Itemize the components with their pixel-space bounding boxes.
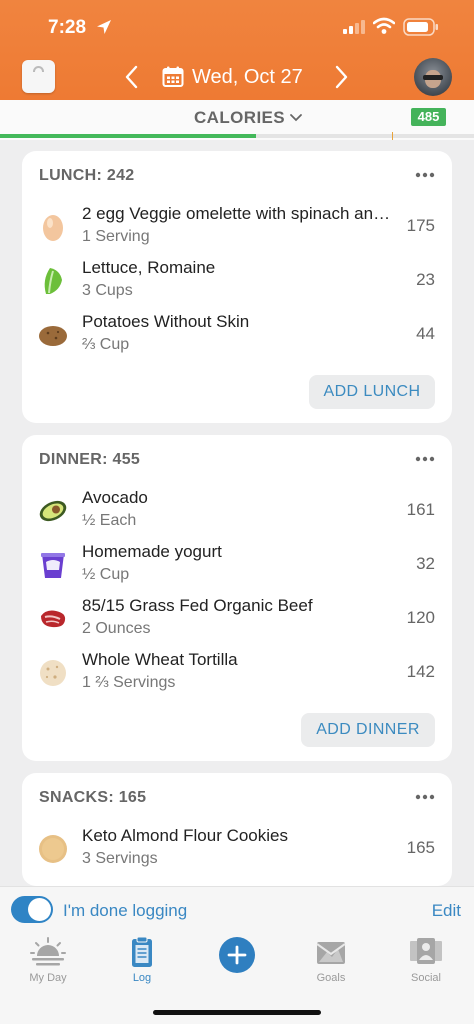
- battery-icon: [403, 18, 438, 36]
- calories-summary-bar[interactable]: CALORIES 485: [0, 100, 474, 140]
- avocado-icon: [39, 500, 67, 522]
- food-item-row[interactable]: 85/15 Grass Fed Organic Beef 2 Ounces 12…: [22, 594, 452, 644]
- wifi-icon: [373, 17, 395, 34]
- weigh-in-scale-button[interactable]: [22, 60, 55, 93]
- nutrient-selector[interactable]: CALORIES: [194, 108, 303, 128]
- more-options-icon[interactable]: [415, 794, 435, 800]
- food-item-row[interactable]: Whole Wheat Tortilla 1 ⅔ Servings 142: [22, 648, 452, 698]
- plus-icon: [227, 945, 247, 965]
- meal-title: SNACKS: 165: [39, 789, 147, 806]
- tab-my-day[interactable]: My Day: [13, 932, 83, 992]
- calorie-goal-marker: [392, 132, 393, 140]
- food-serving: 2 Ounces: [82, 620, 151, 637]
- food-serving: ⅔ Cup: [82, 336, 130, 353]
- food-serving: 1 ⅔ Servings: [82, 674, 176, 691]
- tab-social[interactable]: Social: [391, 932, 461, 992]
- food-calories: 44: [416, 324, 435, 343]
- quick-add-button[interactable]: [219, 937, 255, 973]
- food-serving: ½ Each: [82, 512, 137, 529]
- envelope-chart-icon: [316, 942, 346, 964]
- calories-remaining-badge: 485: [411, 108, 446, 126]
- calorie-progress-fill: [0, 134, 256, 138]
- done-logging-bar: I'm done logging Edit: [0, 886, 474, 932]
- status-time: 7:28: [48, 17, 87, 38]
- cookie-icon: [39, 835, 67, 863]
- food-serving: 3 Cups: [82, 282, 133, 299]
- food-calories: 23: [416, 270, 435, 289]
- scale-icon: [33, 66, 44, 72]
- meal-card-snacks: SNACKS: 165 Keto Almond Flour Cookies 3 …: [22, 773, 452, 886]
- home-indicator: [153, 1010, 321, 1015]
- chevron-down-icon: [290, 114, 302, 122]
- nutrient-label: CALORIES: [194, 108, 286, 127]
- meal-title: LUNCH: 242: [39, 167, 135, 184]
- more-options-icon[interactable]: [415, 172, 435, 178]
- food-name: 2 egg Veggie omelette with spinach and t…: [82, 204, 394, 223]
- food-item-row[interactable]: 2 egg Veggie omelette with spinach and t…: [22, 202, 452, 252]
- tortilla-icon: [40, 660, 66, 686]
- food-calories: 120: [406, 608, 435, 627]
- food-name: Lettuce, Romaine: [82, 258, 216, 277]
- food-serving: ½ Cup: [82, 566, 130, 583]
- tab-log[interactable]: Log: [107, 932, 177, 992]
- food-item-row[interactable]: Keto Almond Flour Cookies 3 Servings 165: [22, 824, 452, 874]
- food-name: Keto Almond Flour Cookies: [82, 826, 288, 845]
- yogurt-cup-icon: [41, 553, 65, 578]
- date-picker[interactable]: Wed, Oct 27: [162, 63, 303, 91]
- egg-icon: [43, 215, 63, 241]
- food-calories: 161: [406, 500, 435, 519]
- people-icon: [410, 938, 442, 964]
- lettuce-icon: [44, 268, 62, 294]
- profile-avatar[interactable]: [414, 58, 452, 96]
- food-name: Potatoes Without Skin: [82, 312, 250, 331]
- food-name: 85/15 Grass Fed Organic Beef: [82, 596, 313, 615]
- food-serving: 3 Servings: [82, 850, 158, 867]
- more-options-icon[interactable]: [415, 456, 435, 462]
- calendar-icon: [162, 66, 184, 87]
- status-bar: 7:28: [0, 0, 474, 54]
- previous-day-chevron-icon[interactable]: [122, 64, 142, 90]
- food-name: Whole Wheat Tortilla: [82, 650, 238, 669]
- tab-label: Social: [411, 972, 441, 984]
- app-header: 7:28 Wed, Oct 27: [0, 0, 474, 100]
- food-item-row[interactable]: Homemade yogurt ½ Cup 32: [22, 540, 452, 590]
- food-name: Homemade yogurt: [82, 542, 222, 561]
- food-calories: 142: [406, 662, 435, 681]
- add-dinner-button[interactable]: ADD DINNER: [301, 713, 435, 747]
- tab-label: Goals: [316, 972, 346, 984]
- clipboard-icon: [132, 936, 152, 967]
- tab-goals[interactable]: Goals: [296, 932, 366, 992]
- calorie-progress-bar: [0, 132, 474, 140]
- date-nav-row: Wed, Oct 27: [0, 54, 474, 100]
- location-arrow-icon: [97, 20, 111, 34]
- done-logging-toggle[interactable]: [11, 896, 53, 923]
- food-calories: 165: [406, 838, 435, 857]
- food-item-row[interactable]: Potatoes Without Skin ⅔ Cup 44: [22, 310, 452, 360]
- meal-card-lunch: LUNCH: 242 2 egg Veggie omelette with sp…: [22, 151, 452, 423]
- next-day-chevron-icon[interactable]: [331, 64, 351, 90]
- meal-card-dinner: DINNER: 455 Avocado ½ Each 161 Homemade …: [22, 435, 452, 761]
- add-lunch-button[interactable]: ADD LUNCH: [309, 375, 435, 409]
- potato-icon: [39, 326, 67, 346]
- edit-button[interactable]: Edit: [432, 901, 461, 921]
- steak-icon: [41, 610, 66, 628]
- tab-label: Log: [132, 972, 152, 984]
- food-calories: 32: [416, 554, 435, 573]
- meal-title: DINNER: 455: [39, 451, 141, 468]
- done-logging-label: I'm done logging: [63, 901, 188, 920]
- food-calories: 175: [406, 216, 435, 235]
- tab-label: My Day: [29, 972, 67, 984]
- food-serving: 1 Serving: [82, 228, 150, 245]
- current-date: Wed, Oct 27: [192, 65, 303, 88]
- sunrise-icon: [30, 937, 66, 966]
- food-item-row[interactable]: Avocado ½ Each 161: [22, 486, 452, 536]
- cellular-signal-icon: [343, 20, 365, 34]
- food-name: Avocado: [82, 488, 148, 507]
- food-item-row[interactable]: Lettuce, Romaine 3 Cups 23: [22, 256, 452, 306]
